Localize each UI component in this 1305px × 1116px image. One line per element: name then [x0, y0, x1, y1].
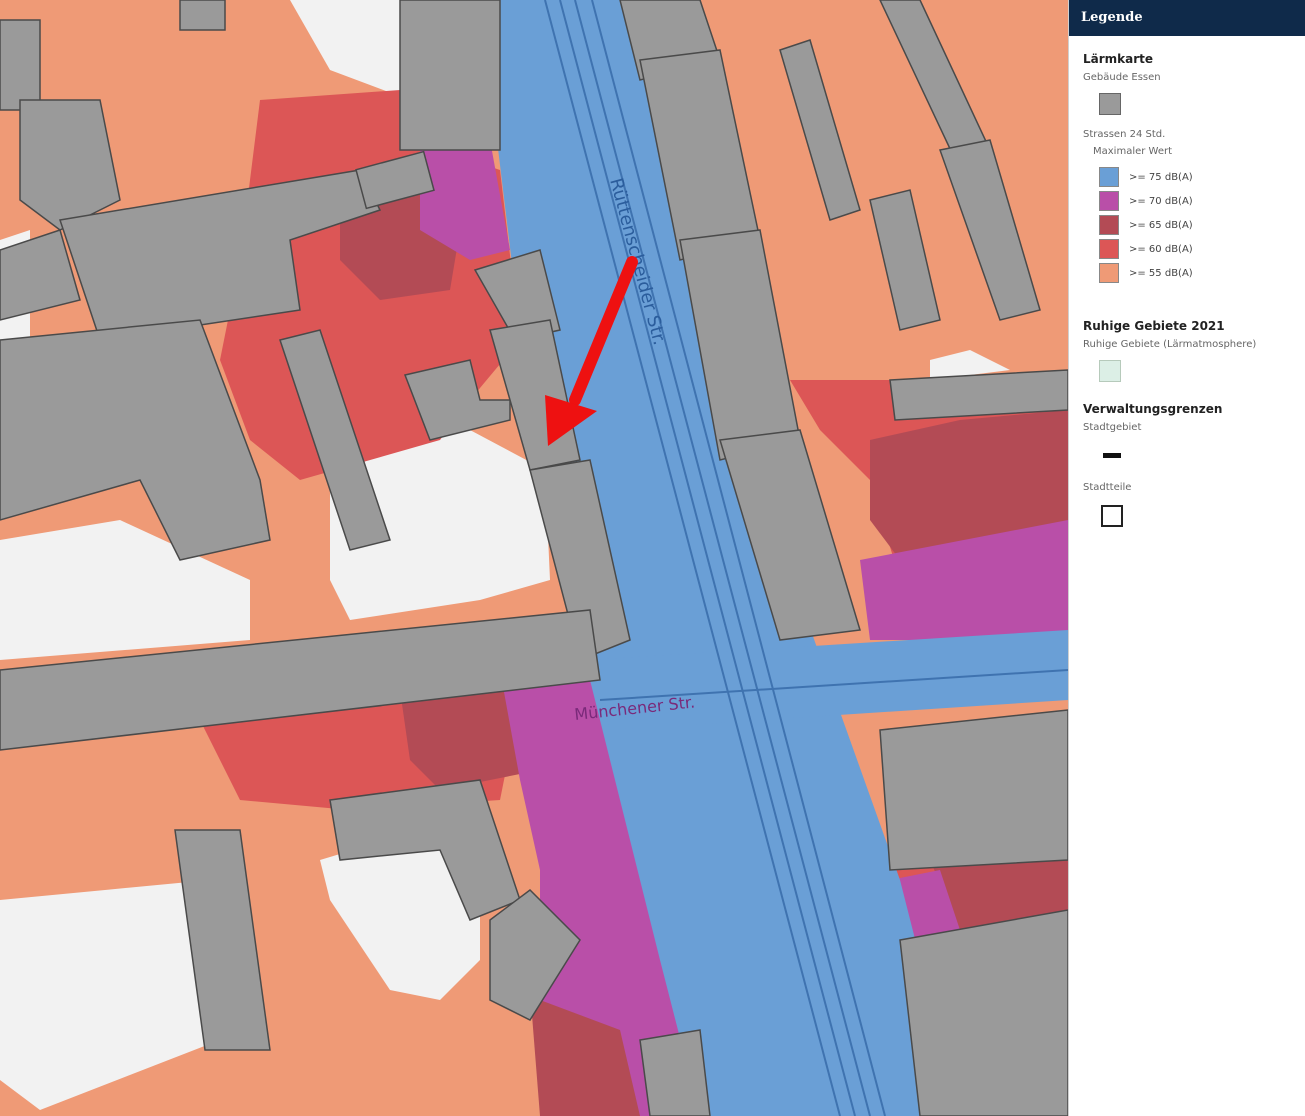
- map-canvas[interactable]: Rüttenscheider Str. Münchener Str.: [0, 0, 1068, 1116]
- ruhige-title: Ruhige Gebiete 2021: [1083, 319, 1225, 333]
- swatch-75: [1099, 167, 1119, 187]
- district-label: Stadtteile: [1083, 482, 1132, 493]
- laerm-title: Lärmkarte: [1083, 52, 1154, 66]
- swatch-70: [1099, 191, 1119, 211]
- quiet-area-swatch: [1099, 360, 1121, 382]
- legend-item: >= 75 dB(A): [1099, 165, 1291, 189]
- swatch-65: [1099, 215, 1119, 235]
- city-boundary-symbol: [1103, 453, 1121, 458]
- legend-panel: Legende Lärmkarte Gebäude Essen Strassen…: [1068, 0, 1305, 1116]
- legend-item: >= 55 dB(A): [1099, 261, 1291, 285]
- legend-item: >= 65 dB(A): [1099, 213, 1291, 237]
- district-boundary-symbol: [1101, 505, 1123, 527]
- swatch-55: [1099, 263, 1119, 283]
- swatch-60: [1099, 239, 1119, 259]
- verwaltung-title: Verwaltungsgrenzen: [1083, 402, 1223, 416]
- ruhige-label: Ruhige Gebiete (Lärmatmosphere): [1083, 339, 1257, 350]
- buildings-label: Gebäude Essen: [1083, 72, 1161, 83]
- max-label: Maximaler Wert: [1093, 146, 1173, 157]
- noise-map[interactable]: Rüttenscheider Str. Münchener Str.: [0, 0, 1068, 1116]
- building-swatch: [1099, 93, 1121, 115]
- legend-item: >= 70 dB(A): [1099, 189, 1291, 213]
- legend-item: >= 60 dB(A): [1099, 237, 1291, 261]
- legend-body: Lärmkarte Gebäude Essen Strassen 24 Std.…: [1069, 36, 1305, 539]
- city-label: Stadtgebiet: [1083, 422, 1142, 433]
- road-label: Strassen 24 Std.: [1083, 129, 1166, 140]
- legend-header[interactable]: Legende: [1069, 0, 1305, 36]
- noise-class-list: >= 75 dB(A) >= 70 dB(A) >= 65 dB(A) >= 6…: [1099, 165, 1291, 285]
